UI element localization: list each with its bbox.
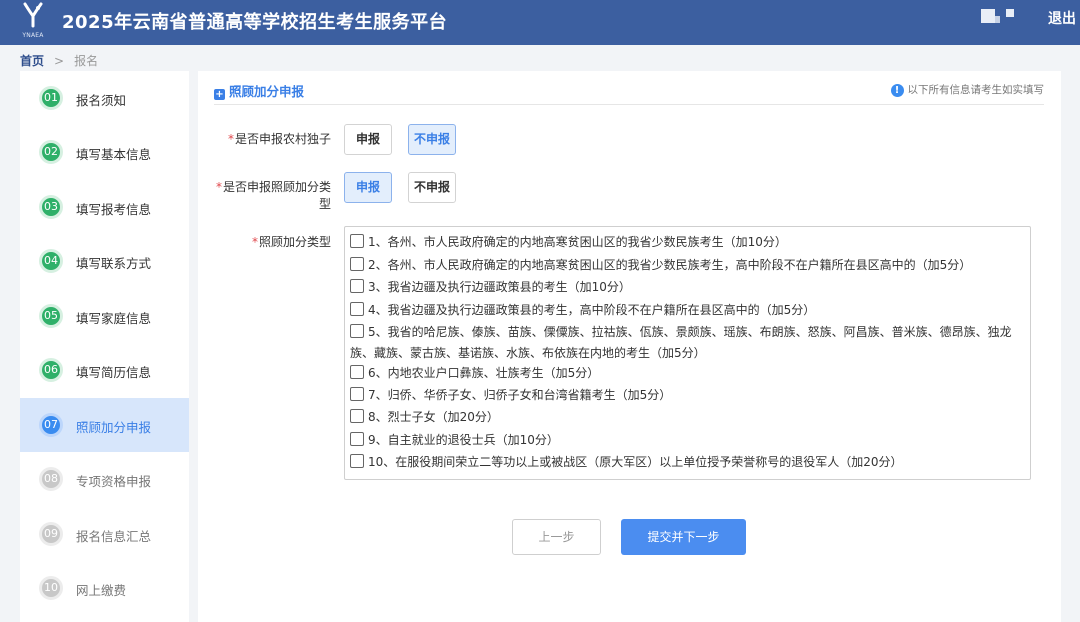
previous-step-button[interactable]: 上一步 <box>512 519 601 555</box>
step-number: 08 <box>39 467 63 491</box>
step-item-basic-info[interactable]: 02 填写基本信息 <box>20 125 189 179</box>
step-number: 03 <box>39 195 63 219</box>
bonus-type-option-9[interactable]: 9、自主就业的退役士兵（加10分） <box>350 430 1022 451</box>
submit-next-button[interactable]: 提交并下一步 <box>621 519 746 555</box>
checkbox[interactable] <box>350 324 364 338</box>
step-item-family[interactable]: 05 填写家庭信息 <box>20 289 189 343</box>
rural-only-child-label: *是否申报农村独子 <box>227 132 331 146</box>
bonus-type-option-2[interactable]: 2、各州、市人民政府确定的内地高寒贫困山区的我省少数民族考生，高中阶段不在户籍所… <box>350 255 1022 276</box>
step-number: 02 <box>39 140 63 164</box>
step-item-notice[interactable]: 01 报名须知 <box>20 71 189 125</box>
checkbox[interactable] <box>350 257 364 271</box>
info-icon: ! <box>890 84 904 97</box>
panel-title-text: 照顾加分申报 <box>229 84 305 99</box>
checkbox[interactable] <box>350 365 364 379</box>
step-label: 照顾加分申报 <box>76 420 152 435</box>
step-label: 填写报考信息 <box>76 202 152 217</box>
step-number: 09 <box>39 522 63 546</box>
bonus-type-label: *照顾加分类型 <box>251 235 331 249</box>
bonus-type-option-1[interactable]: 1、各州、市人民政府确定的内地高寒贫困山区的我省少数民族考生（加10分） <box>350 232 1022 253</box>
bonus-type-option-8[interactable]: 8、烈士子女（加20分） <box>350 407 1022 428</box>
breadcrumb-current: 报名 <box>74 54 99 68</box>
breadcrumb-separator: > <box>54 54 65 68</box>
checkbox[interactable] <box>350 234 364 248</box>
checkbox[interactable] <box>350 279 364 293</box>
logout-link[interactable]: 退出 <box>1048 8 1076 28</box>
step-label: 网上缴费 <box>76 583 127 598</box>
bonus-type-option-3[interactable]: 3、我省边疆及执行边疆政策县的考生（加10分） <box>350 277 1022 298</box>
step-label: 报名须知 <box>76 93 127 108</box>
step-number: 01 <box>39 86 63 110</box>
bonus-type-apply-label: *是否申报照顾加分类型 <box>215 180 331 211</box>
checkbox[interactable] <box>350 454 364 468</box>
logo-text: YNAEA <box>22 32 44 39</box>
step-number: 10 <box>39 576 63 600</box>
step-number: 05 <box>39 304 63 328</box>
bonus-type-option-4[interactable]: 4、我省边疆及执行边疆政策县的考生，高中阶段不在户籍所在县区高中的（加5分） <box>350 300 1022 321</box>
user-avatar[interactable] <box>978 9 1018 27</box>
bonus-type-checkbox-group: 1、各州、市人民政府确定的内地高寒贫困山区的我省少数民族考生（加10分） 2、各… <box>344 226 1031 480</box>
step-number: 04 <box>39 249 63 273</box>
step-label: 填写简历信息 <box>76 365 152 380</box>
panel-header: + 照顾加分申报 ! 以下所有信息请考生如实填写 <box>214 81 1044 105</box>
step-sidebar: 01 报名须知 02 填写基本信息 03 填写报考信息 04 填写联系方式 05… <box>20 71 189 622</box>
breadcrumb: 首页 > 报名 <box>20 52 98 69</box>
site-logo: YNAEA <box>18 2 48 42</box>
bonus-type-option-6[interactable]: 6、内地农业户口彝族、壮族考生（加5分） <box>350 363 1022 384</box>
panel-title: + 照顾加分申报 <box>214 81 304 100</box>
breadcrumb-home[interactable]: 首页 <box>20 54 44 68</box>
site-title: 2025年云南省普通高等学校招生考生服务平台 <box>62 12 448 33</box>
step-item-payment[interactable]: 10 网上缴费 <box>20 561 189 615</box>
bonus-type-option-7[interactable]: 7、归侨、华侨子女、归侨子女和台湾省籍考生（加5分） <box>350 385 1022 406</box>
bonus-type-no-apply-button[interactable]: 不申报 <box>408 172 456 203</box>
step-item-bonus-points[interactable]: 07 照顾加分申报 <box>20 398 189 452</box>
rural-only-child-apply-button[interactable]: 申报 <box>344 124 392 155</box>
plus-square-icon: + <box>214 89 225 100</box>
checkbox[interactable] <box>350 387 364 401</box>
checkbox[interactable] <box>350 432 364 446</box>
logo-icon <box>23 2 43 28</box>
step-item-resume[interactable]: 06 填写简历信息 <box>20 343 189 397</box>
checkbox[interactable] <box>350 302 364 316</box>
step-item-exam-info[interactable]: 03 填写报考信息 <box>20 180 189 234</box>
step-number: 07 <box>39 413 63 437</box>
checkbox[interactable] <box>350 409 364 423</box>
step-item-summary[interactable]: 09 报名信息汇总 <box>20 507 189 561</box>
main-panel: + 照顾加分申报 ! 以下所有信息请考生如实填写 *是否申报农村独子 申报 不申报 … <box>198 71 1061 622</box>
step-label: 专项资格申报 <box>76 474 152 489</box>
rural-only-child-no-apply-button[interactable]: 不申报 <box>408 124 456 155</box>
step-label: 填写联系方式 <box>76 256 152 271</box>
bonus-type-option-10[interactable]: 10、在服役期间荣立二等功以上或被战区（原大军区）以上单位授予荣誉称号的退役军人… <box>350 452 1022 473</box>
step-label: 填写家庭信息 <box>76 311 152 326</box>
step-item-contact[interactable]: 04 填写联系方式 <box>20 234 189 288</box>
step-item-special-qualification[interactable]: 08 专项资格申报 <box>20 452 189 506</box>
step-label: 报名信息汇总 <box>76 529 152 544</box>
step-label: 填写基本信息 <box>76 147 152 162</box>
bonus-type-option-5[interactable]: 5、我省的哈尼族、傣族、苗族、傈僳族、拉祜族、佤族、景颇族、瑶族、布朗族、怒族、… <box>350 322 1022 364</box>
notice: ! 以下所有信息请考生如实填写 <box>890 82 1045 97</box>
top-header: YNAEA 2025年云南省普通高等学校招生考生服务平台 退出 <box>0 0 1080 45</box>
bonus-type-apply-button[interactable]: 申报 <box>344 172 392 203</box>
notice-text: 以下所有信息请考生如实填写 <box>907 84 1045 96</box>
step-number: 06 <box>39 358 63 382</box>
